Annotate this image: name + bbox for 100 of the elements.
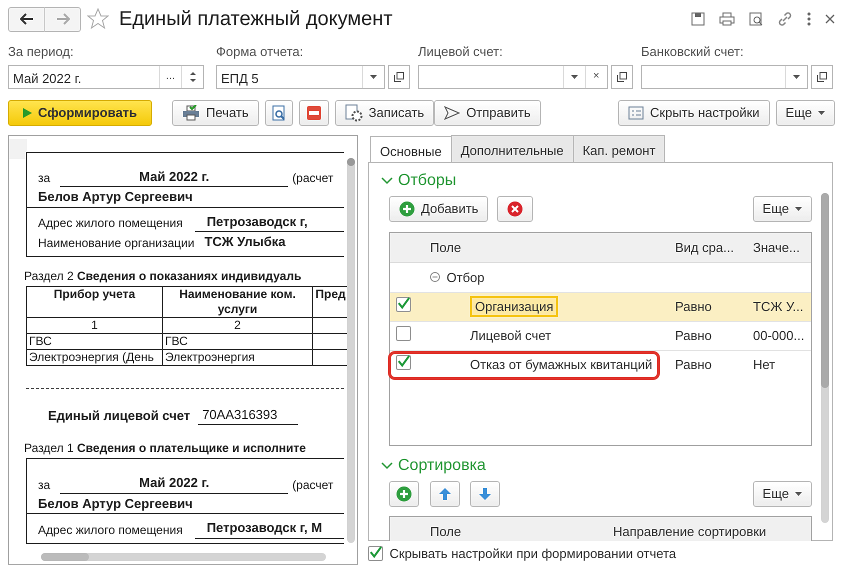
- checkbox[interactable]: [396, 297, 411, 312]
- input-field[interactable]: ЕПД 5: [216, 64, 385, 88]
- horizontal-scrollbar[interactable]: [41, 552, 326, 560]
- caret-icon: [370, 74, 377, 78]
- save-icon[interactable]: [691, 12, 705, 26]
- report-text: (расчет: [292, 170, 334, 187]
- close-icon[interactable]: [825, 14, 835, 24]
- table-cell-text: Равно: [674, 298, 713, 316]
- field-label: За период:: [8, 43, 75, 61]
- more-button[interactable]: Еще: [752, 196, 812, 222]
- checkbox[interactable]: [396, 355, 411, 370]
- input-field[interactable]: ×: [418, 64, 608, 88]
- choose-button[interactable]: ...: [159, 66, 181, 88]
- section-title: Раздел 1 Сведения о плательщике и исполните: [24, 440, 307, 457]
- field-label: Банковский счет:: [641, 43, 745, 61]
- open-button[interactable]: [388, 64, 410, 88]
- checkbox-label: Скрывать настройки при формировании отчета: [390, 544, 676, 563]
- printer-icon[interactable]: [719, 12, 735, 26]
- table-cell: ГВС: [162, 333, 312, 349]
- save-button[interactable]: Записать: [334, 100, 434, 126]
- column-header: Значе...: [752, 238, 801, 256]
- account-label: Единый лицевой счет: [48, 406, 190, 425]
- printer-icon: [182, 104, 200, 120]
- add-button[interactable]: Добавить: [389, 196, 488, 222]
- right-arrow-icon: [56, 13, 70, 25]
- plus-icon: [399, 200, 415, 217]
- up-arrow-icon: [438, 487, 452, 501]
- report-value: Май 2022 г.: [60, 166, 288, 187]
- down-arrow-icon: [478, 487, 492, 501]
- spin-arrows-icon: [190, 70, 196, 84]
- caret-icon: [818, 110, 825, 114]
- checkbox[interactable]: [396, 326, 411, 340]
- table-cell-text: Нет: [752, 356, 776, 374]
- preview-button[interactable]: [264, 100, 293, 126]
- column-number: 1: [26, 317, 162, 333]
- field-label: Форма отчета:: [216, 43, 304, 61]
- vertical-scrollbar[interactable]: [821, 192, 829, 522]
- payer-name: Белов Артур Сергеевич: [27, 494, 344, 514]
- table-row[interactable]: Организация Равно ТСЖ У...: [390, 292, 811, 321]
- kebab-menu-icon[interactable]: [807, 12, 811, 26]
- open-button[interactable]: [611, 64, 633, 88]
- chevron-down-icon[interactable]: [381, 176, 393, 184]
- column-header: Поле: [429, 238, 462, 256]
- add-button[interactable]: [389, 481, 419, 507]
- preview-icon[interactable]: [749, 12, 763, 26]
- caret-icon: [795, 206, 802, 211]
- left-arrow-icon: [20, 13, 34, 25]
- table-cell: Отказ от бумажных квитанций: [470, 357, 652, 372]
- move-down-button[interactable]: [470, 481, 500, 507]
- generate-button[interactable]: Сформировать: [8, 100, 152, 126]
- caret-icon: [570, 74, 578, 78]
- report-label: Адрес жилого помещения: [38, 522, 183, 538]
- hide-settings-button[interactable]: Скрыть настройки: [618, 100, 770, 126]
- table-cell: Организация: [470, 296, 558, 317]
- column-header: Наименование ком. услуги: [162, 286, 312, 317]
- vertical-scrollbar[interactable]: [347, 158, 355, 542]
- section-title: Сортировка: [398, 456, 486, 476]
- open-button[interactable]: [811, 64, 833, 88]
- play-icon: [23, 108, 32, 118]
- report-value: Петрозаводск г,: [194, 212, 344, 232]
- chevron-down-icon[interactable]: [381, 462, 393, 470]
- section-title: Раздел 2 Сведения о показаниях индивидуаль: [24, 268, 302, 284]
- tab[interactable]: Дополнительные: [450, 134, 574, 162]
- gear-document-icon: [344, 104, 363, 122]
- input-field[interactable]: [641, 64, 808, 88]
- table-cell-text: ТСЖ У...: [752, 298, 804, 316]
- checkbox[interactable]: [368, 546, 383, 561]
- more-button[interactable]: Еще: [776, 100, 835, 126]
- group-label: Отбор: [446, 268, 484, 287]
- report-text: (расчет: [292, 476, 334, 494]
- payer-name: Белов Артур Сергеевич: [27, 187, 344, 208]
- collapse-icon[interactable]: [430, 272, 440, 282]
- tab[interactable]: Основные: [370, 136, 452, 162]
- account-number: 70АА316393: [198, 404, 298, 425]
- table-row[interactable]: Лицевой счет Равно 00-000...: [390, 320, 811, 350]
- delete-button[interactable]: [496, 196, 533, 222]
- field-label: Лицевой счет:: [418, 43, 504, 61]
- report-value: Петрозаводск г, М: [194, 518, 344, 538]
- pdf-file-icon: [306, 104, 322, 120]
- move-up-button[interactable]: [430, 481, 460, 507]
- link-icon[interactable]: [777, 11, 793, 27]
- send-button[interactable]: Отправить: [434, 100, 541, 126]
- more-button[interactable]: Еще: [752, 481, 812, 507]
- input-field[interactable]: Май 2022 г. ...: [8, 64, 204, 88]
- star-icon[interactable]: [87, 8, 109, 30]
- preview-icon: [272, 104, 286, 120]
- column-number: 2: [162, 317, 312, 333]
- report-value: ТСЖ Улыбка: [204, 233, 286, 251]
- print-button[interactable]: Печать: [172, 100, 259, 126]
- column-header: Направление сортировки: [612, 522, 768, 541]
- pdf-button[interactable]: [298, 100, 329, 126]
- report-label: Адрес жилого помещения: [38, 215, 183, 232]
- tab[interactable]: Кап. ремонт: [572, 134, 666, 162]
- table-row[interactable]: Отказ от бумажных квитанций Равно Нет: [390, 350, 811, 379]
- report-value: Май 2022 г.: [60, 473, 288, 494]
- clear-button[interactable]: ×: [584, 66, 607, 88]
- back-button[interactable]: [8, 6, 45, 32]
- report-label: Наименование организации: [38, 234, 194, 252]
- list-icon: [628, 106, 644, 120]
- table-cell: Электроэнергия (День: [26, 349, 162, 365]
